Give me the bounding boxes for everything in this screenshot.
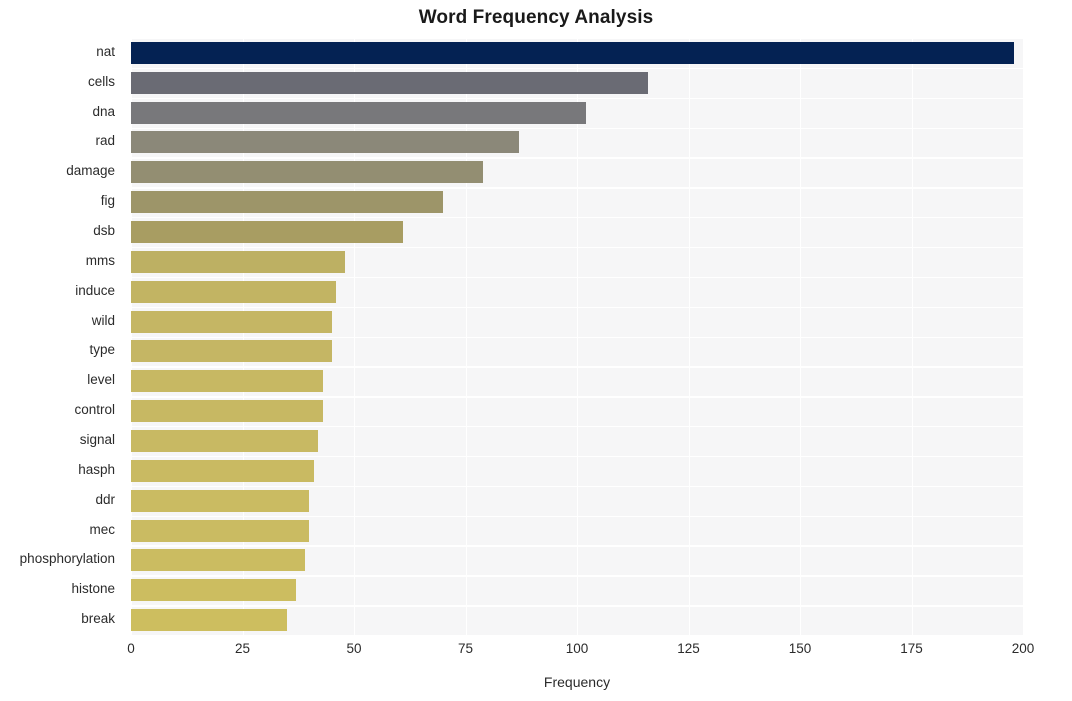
bar-signal[interactable] [131, 429, 319, 452]
gridline-horizontal [131, 605, 1023, 607]
y-tick-label-dsb: dsb [93, 223, 115, 239]
bar-damage[interactable] [131, 161, 484, 184]
gridline-horizontal [131, 366, 1023, 368]
x-axis-title: Frequency [543, 674, 611, 690]
x-axis-tick-labels: 0 25 50 75 100 125 150 175 200 [127, 641, 1034, 663]
bar-cells[interactable] [131, 71, 649, 94]
bar-nat[interactable] [131, 41, 1015, 64]
y-tick-label-hasph: hasph [78, 461, 115, 477]
bar-break[interactable] [131, 609, 288, 632]
chart-title: Word Frequency Analysis [418, 7, 654, 28]
bar-mms[interactable] [131, 250, 346, 273]
bar-rad[interactable] [131, 131, 520, 154]
gridline-horizontal [131, 38, 1023, 40]
x-tick-label-175: 175 [900, 641, 923, 656]
gridline-horizontal [131, 426, 1023, 428]
y-tick-label-control: control [74, 402, 115, 418]
gridline-horizontal [131, 246, 1023, 249]
y-tick-label-type: type [89, 342, 115, 358]
gridline-horizontal [131, 396, 1023, 398]
x-tick-label-125: 125 [677, 641, 700, 656]
gridline-horizontal [131, 545, 1023, 547]
gridline-horizontal [131, 157, 1023, 159]
bar-dna[interactable] [131, 101, 586, 124]
gridline-horizontal [131, 127, 1023, 129]
gridline-vertical [1023, 38, 1025, 635]
gridline-horizontal [131, 485, 1023, 488]
gridline-horizontal [131, 97, 1023, 100]
y-tick-label-cells: cells [87, 73, 115, 89]
x-tick-label-50: 50 [346, 641, 362, 656]
y-tick-label-induce: induce [75, 282, 115, 298]
y-axis-tick-labels: nat cells dna rad damage fig dsb mms induce wild t… [0, 38, 123, 635]
y-tick-label-mec: mec [89, 521, 115, 537]
x-tick-label-200: 200 [1011, 641, 1035, 656]
y-tick-label-fig: fig [100, 193, 115, 209]
y-tick-label-nat: nat [96, 43, 115, 59]
plot-area [131, 38, 1025, 637]
gridline-horizontal [131, 635, 1023, 637]
gridline-horizontal [131, 455, 1023, 458]
gridline-horizontal [131, 276, 1023, 279]
y-tick-label-phosphorylation: phosphorylation [19, 551, 115, 567]
bar-mec[interactable] [131, 519, 310, 542]
x-tick-label-75: 75 [457, 641, 474, 656]
y-tick-label-break: break [81, 611, 115, 627]
bar-dsb[interactable] [131, 221, 404, 244]
y-tick-label-histone: histone [71, 581, 115, 597]
x-tick-label-0: 0 [127, 641, 135, 656]
bar-hasph[interactable] [131, 459, 314, 482]
x-tick-label-25: 25 [234, 641, 251, 656]
gridline-horizontal [131, 575, 1023, 577]
bar-ddr[interactable] [131, 489, 310, 512]
x-tick-label-100: 100 [565, 641, 589, 656]
gridline-horizontal [131, 187, 1023, 189]
bar-induce[interactable] [131, 280, 337, 303]
y-tick-label-ddr: ddr [95, 491, 115, 507]
chart-figure: Word Frequency Analysis nat cells dna rad da… [0, 0, 1072, 701]
y-tick-label-damage: damage [66, 163, 115, 179]
bar-type[interactable] [131, 340, 332, 363]
gridline-horizontal [131, 306, 1023, 309]
gridline-horizontal [131, 515, 1023, 517]
bar-fig[interactable] [131, 191, 444, 214]
bar-level[interactable] [131, 370, 323, 393]
x-tick-label-150: 150 [788, 641, 812, 656]
gridline-horizontal [131, 217, 1023, 219]
y-tick-label-level: level [87, 372, 115, 388]
y-tick-label-dna: dna [92, 103, 115, 119]
y-tick-label-rad: rad [95, 133, 115, 149]
bar-control[interactable] [131, 400, 323, 423]
bar-histone[interactable] [131, 579, 297, 602]
y-tick-label-wild: wild [91, 312, 115, 328]
bar-phosphorylation[interactable] [131, 549, 305, 572]
bar-wild[interactable] [131, 310, 332, 333]
gridline-horizontal [131, 67, 1023, 70]
y-tick-label-signal: signal [79, 431, 115, 447]
gridline-horizontal [131, 336, 1023, 338]
y-tick-label-mms: mms [85, 252, 115, 268]
